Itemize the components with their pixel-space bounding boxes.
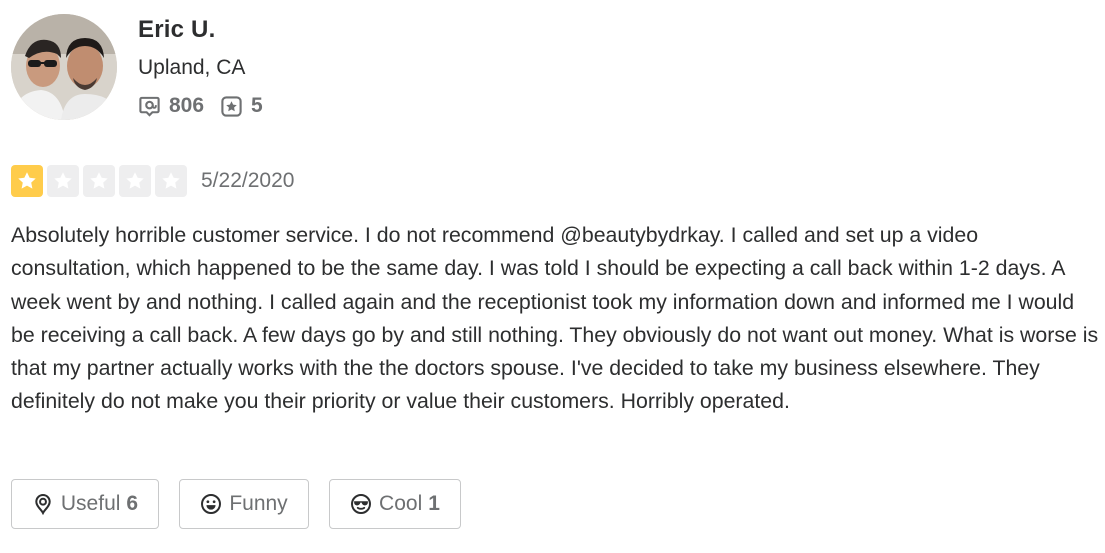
cool-count: 1: [428, 492, 440, 515]
reaction-buttons: Useful 6 Funny Cool 1: [11, 479, 481, 529]
star-empty-icon: [83, 165, 115, 197]
star-empty-icon: [119, 165, 151, 197]
smiley-icon: [200, 493, 222, 515]
funny-button[interactable]: Funny: [179, 479, 309, 529]
review-count: 806: [169, 94, 205, 117]
review-text: Absolutely horrible customer service. I …: [11, 223, 1099, 414]
funny-label: Funny: [229, 492, 288, 515]
user-avatar[interactable]: [11, 14, 117, 120]
useful-label: Useful: [60, 492, 121, 515]
useful-button[interactable]: Useful 6: [11, 479, 159, 529]
sunglasses-face-icon: [350, 493, 372, 515]
star-filled-icon: [11, 165, 43, 197]
useful-count: 6: [126, 492, 139, 515]
avatar-photo: [11, 14, 117, 120]
cool-button[interactable]: Cool 1: [329, 479, 461, 529]
lightbulb-icon: [32, 493, 54, 515]
user-name[interactable]: Eric U.: [138, 16, 215, 44]
rating-row: 5/22/2020: [11, 165, 294, 197]
user-location: Upland, CA: [138, 56, 246, 79]
photo-count: 5: [251, 94, 263, 117]
photo-count-stat: 5: [220, 94, 263, 118]
review-icon: [138, 95, 161, 118]
cool-label: Cool: [379, 492, 423, 515]
star-empty-icon: [155, 165, 187, 197]
star-badge-icon: [220, 95, 243, 118]
star-rating: [11, 165, 191, 197]
user-stats: 806 5: [138, 94, 279, 118]
star-empty-icon: [47, 165, 79, 197]
review-date: 5/22/2020: [201, 169, 295, 192]
review-card: Eric U. Upland, CA 806 5 5/22/2020 Absol…: [0, 0, 1105, 553]
review-count-stat: 806: [138, 94, 204, 118]
